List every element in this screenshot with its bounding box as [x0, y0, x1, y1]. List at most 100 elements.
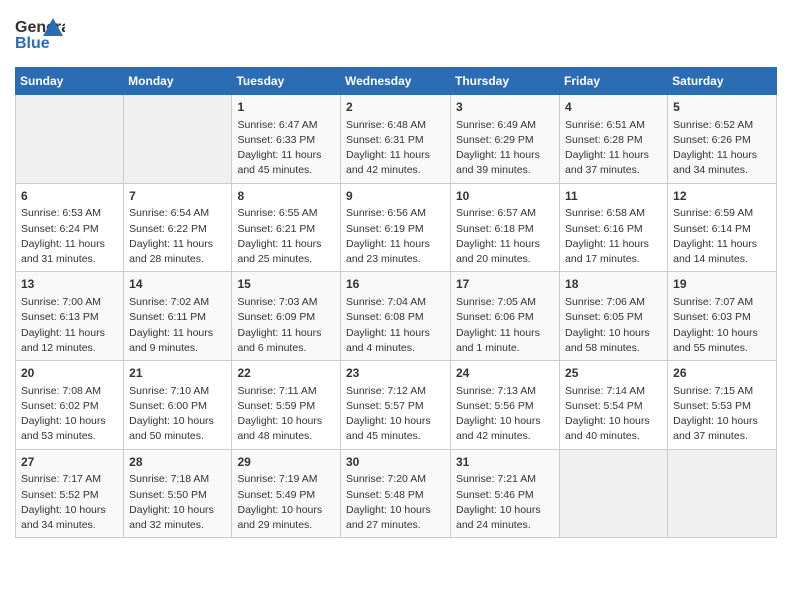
day-number: 11 — [565, 188, 662, 205]
day-number: 8 — [237, 188, 335, 205]
day-number: 27 — [21, 454, 118, 471]
day-number: 9 — [346, 188, 445, 205]
day-info: Sunrise: 7:05 AM Sunset: 6:06 PM Dayligh… — [456, 295, 554, 356]
day-info: Sunrise: 6:57 AM Sunset: 6:18 PM Dayligh… — [456, 206, 554, 267]
day-info: Sunrise: 7:11 AM Sunset: 5:59 PM Dayligh… — [237, 384, 335, 445]
day-info: Sunrise: 6:49 AM Sunset: 6:29 PM Dayligh… — [456, 118, 554, 179]
day-info: Sunrise: 6:51 AM Sunset: 6:28 PM Dayligh… — [565, 118, 662, 179]
day-number: 5 — [673, 99, 771, 116]
calendar-cell: 29Sunrise: 7:19 AM Sunset: 5:49 PM Dayli… — [232, 449, 341, 538]
day-info: Sunrise: 6:59 AM Sunset: 6:14 PM Dayligh… — [673, 206, 771, 267]
day-info: Sunrise: 7:14 AM Sunset: 5:54 PM Dayligh… — [565, 384, 662, 445]
day-number: 20 — [21, 365, 118, 382]
day-header-friday: Friday — [560, 68, 668, 95]
day-number: 30 — [346, 454, 445, 471]
day-number: 14 — [129, 276, 226, 293]
calendar-cell: 3Sunrise: 6:49 AM Sunset: 6:29 PM Daylig… — [451, 95, 560, 184]
day-info: Sunrise: 7:07 AM Sunset: 6:03 PM Dayligh… — [673, 295, 771, 356]
calendar-cell: 5 Sunrise: 6:52 AM Sunset: 6:26 PM Daylig… — [668, 95, 777, 184]
day-info: Sunrise: 6:55 AM Sunset: 6:21 PM Dayligh… — [237, 206, 335, 267]
day-number: 26 — [673, 365, 771, 382]
calendar-cell: 24 Sunrise: 7:13 AM Sunset: 5:56 PM Dayli… — [451, 361, 560, 450]
day-info: Sunrise: 6:56 AM Sunset: 6:19 PM Dayligh… — [346, 206, 445, 267]
day-number: 17 — [456, 276, 554, 293]
header: General Blue — [15, 10, 777, 59]
calendar-cell: 19 Sunrise: 7:07 AM Sunset: 6:03 PM Dayli… — [668, 272, 777, 361]
calendar-cell: 30Sunrise: 7:20 AM Sunset: 5:48 PM Dayli… — [341, 449, 451, 538]
calendar-cell: 22Sunrise: 7:11 AM Sunset: 5:59 PM Dayli… — [232, 361, 341, 450]
days-of-week-row: SundayMondayTuesdayWednesdayThursdayFrid… — [16, 68, 777, 95]
calendar-cell — [668, 449, 777, 538]
day-number: 28 — [129, 454, 226, 471]
day-number: 16 — [346, 276, 445, 293]
calendar-cell: 20 Sunrise: 7:08 AM Sunset: 6:02 PM Dayli… — [16, 361, 124, 450]
day-info: Sunrise: 7:13 AM Sunset: 5:56 PM Dayligh… — [456, 384, 554, 445]
day-info: Sunrise: 6:47 AM Sunset: 6:33 PM Dayligh… — [237, 118, 335, 179]
calendar-cell: 8Sunrise: 6:55 AM Sunset: 6:21 PM Daylig… — [232, 183, 341, 272]
day-number: 24 — [456, 365, 554, 382]
logo: General Blue — [15, 14, 65, 59]
day-info: Sunrise: 7:04 AM Sunset: 6:08 PM Dayligh… — [346, 295, 445, 356]
calendar-cell: 13 Sunrise: 7:00 AM Sunset: 6:13 PM Dayli… — [16, 272, 124, 361]
calendar-cell: 4 Sunrise: 6:51 AM Sunset: 6:28 PM Daylig… — [560, 95, 668, 184]
calendar-body: 1Sunrise: 6:47 AM Sunset: 6:33 PM Daylig… — [16, 95, 777, 538]
svg-text:Blue: Blue — [15, 35, 50, 52]
day-number: 12 — [673, 188, 771, 205]
calendar-cell: 31Sunrise: 7:21 AM Sunset: 5:46 PM Dayli… — [451, 449, 560, 538]
calendar-cell: 10Sunrise: 6:57 AM Sunset: 6:18 PM Dayli… — [451, 183, 560, 272]
day-number: 31 — [456, 454, 554, 471]
calendar-cell: 25 Sunrise: 7:14 AM Sunset: 5:54 PM Dayli… — [560, 361, 668, 450]
calendar-cell: 23 Sunrise: 7:12 AM Sunset: 5:57 PM Dayli… — [341, 361, 451, 450]
day-info: Sunrise: 7:18 AM Sunset: 5:50 PM Dayligh… — [129, 472, 226, 533]
day-number: 19 — [673, 276, 771, 293]
day-info: Sunrise: 6:48 AM Sunset: 6:31 PM Dayligh… — [346, 118, 445, 179]
day-number: 2 — [346, 99, 445, 116]
week-row-5: 27Sunrise: 7:17 AM Sunset: 5:52 PM Dayli… — [16, 449, 777, 538]
day-info: Sunrise: 7:12 AM Sunset: 5:57 PM Dayligh… — [346, 384, 445, 445]
day-info: Sunrise: 6:54 AM Sunset: 6:22 PM Dayligh… — [129, 206, 226, 267]
day-number: 23 — [346, 365, 445, 382]
calendar-cell: 6Sunrise: 6:53 AM Sunset: 6:24 PM Daylig… — [16, 183, 124, 272]
day-info: Sunrise: 6:53 AM Sunset: 6:24 PM Dayligh… — [21, 206, 118, 267]
day-number: 4 — [565, 99, 662, 116]
calendar-cell — [16, 95, 124, 184]
week-row-2: 6Sunrise: 6:53 AM Sunset: 6:24 PM Daylig… — [16, 183, 777, 272]
day-info: Sunrise: 7:10 AM Sunset: 6:00 PM Dayligh… — [129, 384, 226, 445]
calendar-cell: 17 Sunrise: 7:05 AM Sunset: 6:06 PM Dayli… — [451, 272, 560, 361]
day-number: 13 — [21, 276, 118, 293]
calendar-cell: 2 Sunrise: 6:48 AM Sunset: 6:31 PM Daylig… — [341, 95, 451, 184]
week-row-1: 1Sunrise: 6:47 AM Sunset: 6:33 PM Daylig… — [16, 95, 777, 184]
day-info: Sunrise: 7:03 AM Sunset: 6:09 PM Dayligh… — [237, 295, 335, 356]
calendar-cell: 9Sunrise: 6:56 AM Sunset: 6:19 PM Daylig… — [341, 183, 451, 272]
day-info: Sunrise: 7:19 AM Sunset: 5:49 PM Dayligh… — [237, 472, 335, 533]
day-info: Sunrise: 6:52 AM Sunset: 6:26 PM Dayligh… — [673, 118, 771, 179]
day-header-wednesday: Wednesday — [341, 68, 451, 95]
day-number: 18 — [565, 276, 662, 293]
calendar-cell: 12Sunrise: 6:59 AM Sunset: 6:14 PM Dayli… — [668, 183, 777, 272]
day-info: Sunrise: 7:00 AM Sunset: 6:13 PM Dayligh… — [21, 295, 118, 356]
day-header-monday: Monday — [124, 68, 232, 95]
calendar-cell: 27Sunrise: 7:17 AM Sunset: 5:52 PM Dayli… — [16, 449, 124, 538]
calendar-cell: 16 Sunrise: 7:04 AM Sunset: 6:08 PM Dayli… — [341, 272, 451, 361]
day-info: Sunrise: 7:15 AM Sunset: 5:53 PM Dayligh… — [673, 384, 771, 445]
logo-icon: General Blue — [15, 14, 65, 59]
day-header-sunday: Sunday — [16, 68, 124, 95]
week-row-3: 13 Sunrise: 7:00 AM Sunset: 6:13 PM Dayli… — [16, 272, 777, 361]
day-number: 29 — [237, 454, 335, 471]
day-header-saturday: Saturday — [668, 68, 777, 95]
day-info: Sunrise: 7:20 AM Sunset: 5:48 PM Dayligh… — [346, 472, 445, 533]
day-info: Sunrise: 7:21 AM Sunset: 5:46 PM Dayligh… — [456, 472, 554, 533]
calendar-table: SundayMondayTuesdayWednesdayThursdayFrid… — [15, 67, 777, 538]
day-info: Sunrise: 7:06 AM Sunset: 6:05 PM Dayligh… — [565, 295, 662, 356]
day-number: 7 — [129, 188, 226, 205]
day-info: Sunrise: 7:02 AM Sunset: 6:11 PM Dayligh… — [129, 295, 226, 356]
calendar-cell: 7Sunrise: 6:54 AM Sunset: 6:22 PM Daylig… — [124, 183, 232, 272]
calendar-cell: 26 Sunrise: 7:15 AM Sunset: 5:53 PM Dayli… — [668, 361, 777, 450]
calendar-cell — [124, 95, 232, 184]
day-info: Sunrise: 7:17 AM Sunset: 5:52 PM Dayligh… — [21, 472, 118, 533]
calendar-cell — [560, 449, 668, 538]
day-info: Sunrise: 7:08 AM Sunset: 6:02 PM Dayligh… — [21, 384, 118, 445]
calendar-cell: 18 Sunrise: 7:06 AM Sunset: 6:05 PM Dayli… — [560, 272, 668, 361]
day-number: 25 — [565, 365, 662, 382]
calendar-cell: 1Sunrise: 6:47 AM Sunset: 6:33 PM Daylig… — [232, 95, 341, 184]
